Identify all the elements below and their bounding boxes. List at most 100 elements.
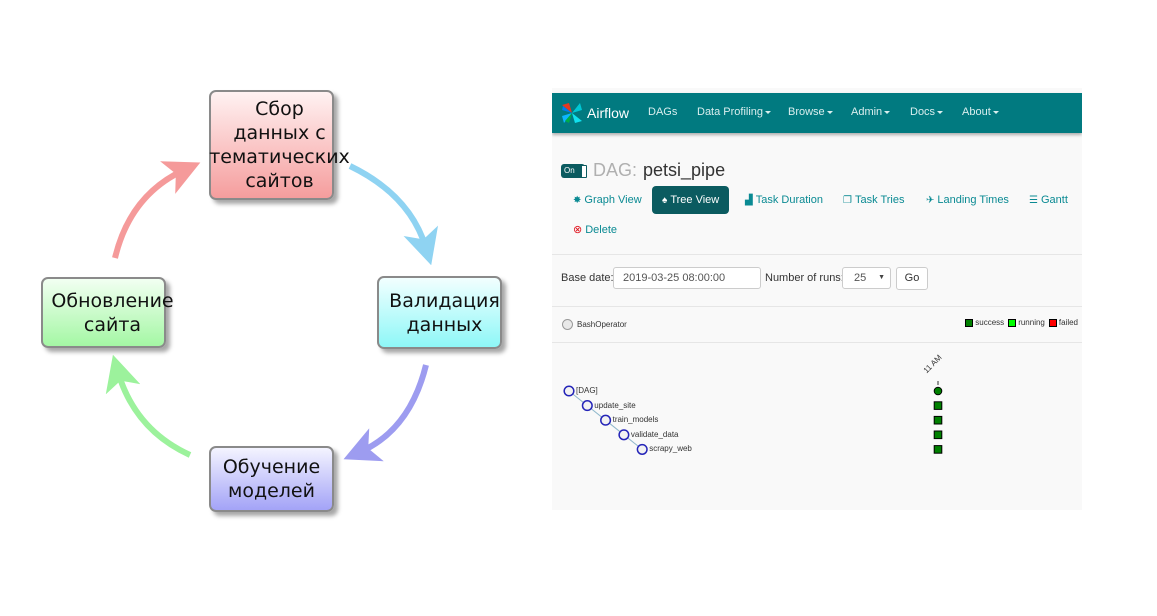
node-text: данных	[406, 313, 483, 336]
dag-title: On DAG: petsi_pipe	[561, 160, 725, 181]
node-text: сайта	[83, 313, 142, 336]
arrow-train-to-update	[105, 354, 192, 458]
node-text: Сбор	[255, 98, 304, 120]
runs-label: Number of runs:	[765, 272, 844, 284]
tab-label: Tree View	[670, 194, 720, 206]
asterisk-icon: ✸	[573, 194, 582, 206]
nav-label: Admin	[851, 106, 883, 118]
tab-task-tries[interactable]: ❐ Task Tries	[843, 186, 904, 214]
nav-data-profiling[interactable]: Data Profiling	[697, 106, 772, 118]
node-text: Валидация	[389, 289, 500, 312]
tab-label: Task Tries	[854, 194, 905, 206]
tree-node[interactable]	[636, 443, 648, 455]
node-site-update: Обновление сайта	[41, 277, 174, 348]
node-text: Обновление	[51, 289, 174, 312]
nav-about[interactable]: About	[962, 106, 999, 118]
caret-down-icon	[884, 110, 891, 114]
legend-label: success	[975, 318, 1005, 327]
tree-node-label[interactable]: scrapy_web	[649, 444, 692, 453]
nav-label: DAGs	[648, 106, 678, 118]
nav-browse[interactable]: Browse	[788, 106, 833, 118]
tab-tree-view[interactable]: ♠ Tree View	[652, 186, 730, 214]
runs-value: 25	[854, 272, 867, 284]
failed-swatch-icon	[1048, 318, 1057, 327]
legend-label: running	[1018, 318, 1045, 327]
running-swatch-icon	[1008, 318, 1017, 327]
caret-down-icon	[992, 110, 999, 114]
tab-label: Task Duration	[755, 194, 823, 206]
cycle-diagram: Сбор данных с тематических сайтов Валида…	[0, 0, 540, 616]
navbar: Airflow DAGs Data Profiling Browse Admin…	[552, 93, 1082, 133]
success-swatch-icon	[965, 318, 974, 327]
node-text: моделей	[228, 480, 315, 502]
operator-label: BashOperator	[577, 320, 627, 329]
tab-label: Gantt	[1040, 194, 1068, 206]
go-button[interactable]: Go	[896, 267, 928, 290]
tree-node-label[interactable]: update_site	[594, 401, 635, 410]
operator-legend: BashOperator	[562, 319, 627, 330]
tree-node[interactable]	[563, 385, 575, 397]
bar-chart-icon: ▟	[745, 194, 753, 206]
node-text: сайтов	[245, 170, 314, 192]
divider	[552, 306, 1082, 307]
divider	[552, 342, 1082, 343]
runs-select[interactable]: 25 ▼	[842, 267, 891, 289]
task-instance-status[interactable]	[933, 430, 943, 440]
dag-name: petsi_pipe	[643, 160, 726, 180]
tab-landing-times[interactable]: ✈ Landing Times	[926, 186, 1009, 214]
caret-down-icon: ▼	[878, 274, 885, 281]
delete-label: Delete	[585, 223, 618, 236]
legend-label: failed	[1058, 318, 1078, 327]
airflow-logo-icon	[562, 103, 582, 123]
task-instance-status[interactable]	[933, 401, 943, 410]
tree-node[interactable]	[600, 414, 612, 426]
brand-link[interactable]: Airflow	[560, 101, 629, 125]
tab-label: Landing Times	[937, 194, 1009, 206]
nav-docs[interactable]: Docs	[910, 106, 944, 118]
plane-icon: ✈	[926, 194, 935, 206]
tree-icon: ♠	[662, 194, 668, 206]
nav-dags[interactable]: DAGs	[648, 106, 677, 118]
caret-down-icon	[937, 110, 944, 114]
task-instance-status[interactable]	[933, 445, 943, 454]
airflow-panel: Airflow DAGs Data Profiling Browse Admin…	[552, 88, 1082, 510]
dag-toggle[interactable]: On	[561, 163, 587, 178]
tree-node[interactable]	[618, 429, 630, 441]
arrow-collect-to-validate	[348, 163, 439, 266]
dag-prefix: DAG:	[593, 160, 638, 180]
toggle-label: On	[564, 166, 575, 175]
tree-node-label[interactable]: validate_data	[631, 430, 679, 439]
tab-graph-view[interactable]: ✸ Graph View	[573, 186, 642, 214]
node-text: данных с	[233, 122, 326, 144]
divider	[552, 254, 1082, 255]
arrow-update-to-collect	[112, 161, 201, 259]
node-model-training: Обучение моделей	[209, 446, 334, 512]
brand-name: Airflow	[587, 105, 630, 121]
task-instance-status[interactable]	[933, 415, 943, 425]
tree-node[interactable]	[581, 400, 593, 412]
node-text: тематических	[209, 146, 350, 168]
delete-button[interactable]: ⊗ Delete	[573, 223, 618, 237]
node-text: Обучение	[222, 456, 321, 478]
arrow-validate-to-train	[343, 364, 429, 462]
tree-node-label[interactable]: [DAG]	[576, 386, 598, 395]
tab-task-duration[interactable]: ▟ Task Duration	[745, 186, 823, 214]
node-data-validation: Валидация данных	[377, 276, 502, 349]
caret-down-icon	[765, 110, 772, 114]
tab-gantt[interactable]: ☰ Gantt	[1029, 186, 1068, 214]
nav-label: Browse	[788, 106, 825, 118]
remove-circle-icon: ⊗	[573, 224, 583, 236]
base-date-input[interactable]	[613, 267, 761, 289]
dag-run-status[interactable]	[933, 386, 943, 396]
align-left-icon: ☰	[1029, 194, 1038, 206]
tab-label: Graph View	[584, 194, 642, 206]
nav-admin[interactable]: Admin	[851, 106, 891, 118]
caret-down-icon	[826, 110, 833, 114]
nav-label: Data Profiling	[697, 106, 764, 118]
base-date-label: Base date:	[561, 272, 614, 284]
nav-label: About	[962, 106, 991, 118]
nav-label: Docs	[910, 106, 936, 118]
tree-node-label[interactable]: train_models	[613, 415, 659, 424]
copy-icon: ❐	[843, 194, 852, 206]
operator-dot-icon	[562, 319, 573, 330]
